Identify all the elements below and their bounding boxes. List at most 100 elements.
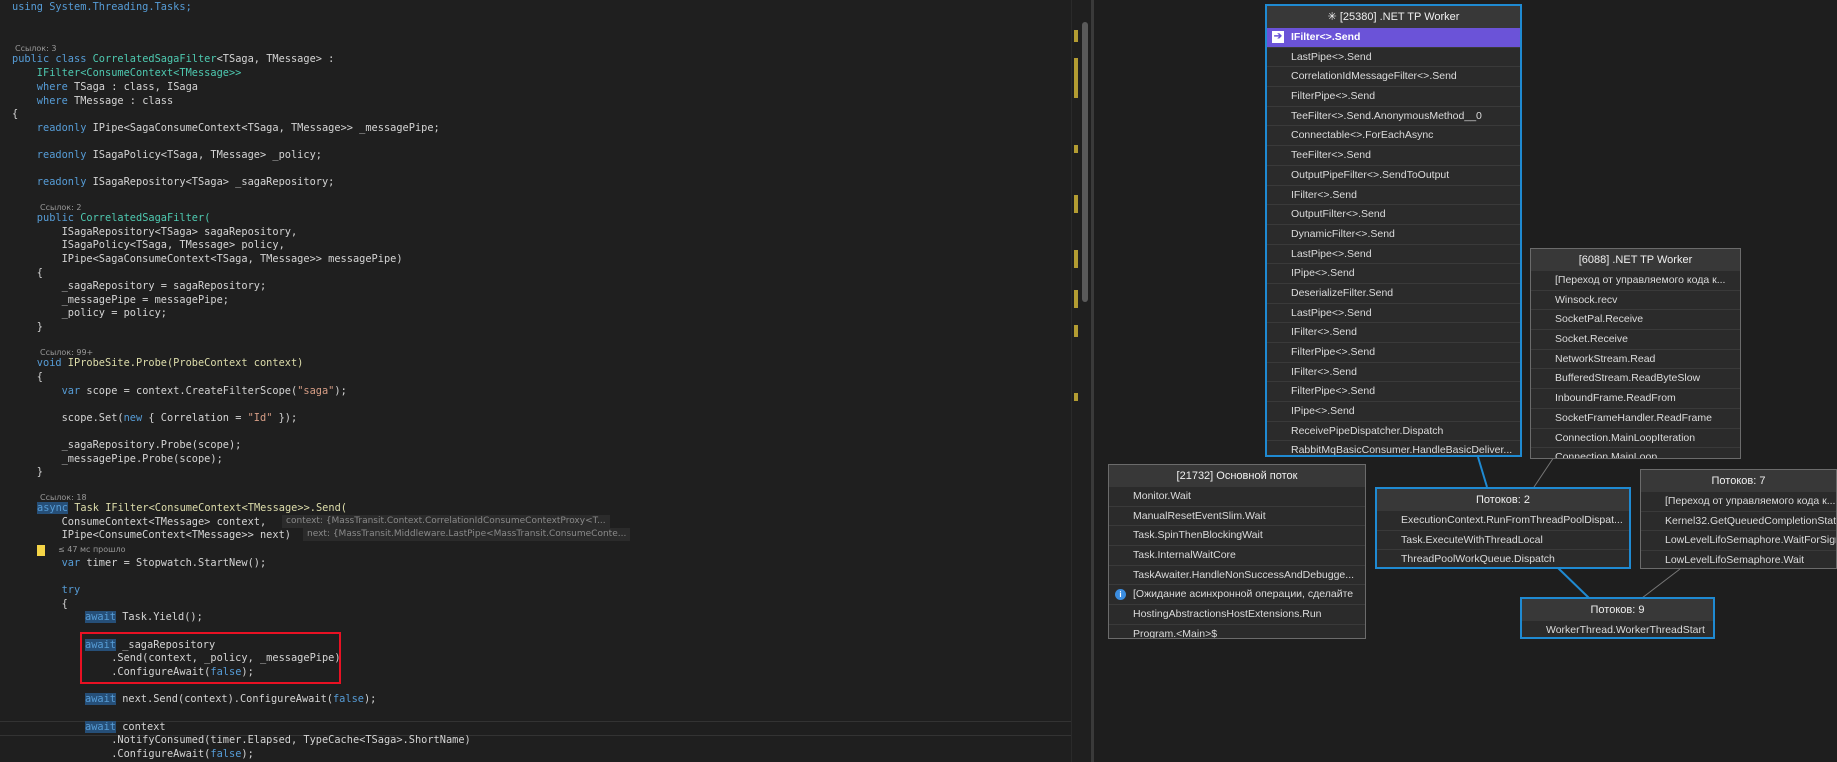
code-line: public CorrelatedSagaFilter( xyxy=(12,211,211,225)
vertical-scrollbar[interactable] xyxy=(1071,0,1092,762)
stack-frame[interactable]: LastPipe<>.Send xyxy=(1267,48,1520,68)
stack-frame[interactable]: TeeFilter<>.Send xyxy=(1267,146,1520,166)
stack-frame[interactable]: HostingAbstractionsHostExtensions.Run xyxy=(1109,605,1365,625)
parallel-stacks-graph[interactable]: ✳ [25380] .NET TP Worker ➔ IFilter<>.Send… xyxy=(1094,0,1837,762)
frame-label: NetworkStream.Read xyxy=(1555,352,1656,365)
frame-label: WorkerThread.WorkerThreadStart xyxy=(1546,624,1705,636)
stack-frame[interactable]: FilterPipe<>.Send xyxy=(1267,382,1520,403)
stack-frame[interactable]: LastPipe<>.Send xyxy=(1267,304,1520,324)
keyword: public class xyxy=(12,53,93,65)
scroll-marker xyxy=(1074,393,1078,401)
stack-frame[interactable]: RabbitMqBasicConsumer.HandleBasicDeliver… xyxy=(1267,441,1520,455)
frame-label: FilterPipe<>.Send xyxy=(1291,90,1376,103)
stack-frame[interactable]: Connection.MainLoop xyxy=(1531,448,1740,458)
stack-frame[interactable]: LastPipe<>.Send xyxy=(1267,245,1520,265)
stack-frame[interactable]: InboundFrame.ReadFrom xyxy=(1531,389,1740,409)
frame-label: Task.SpinThenBlockingWait xyxy=(1133,529,1263,542)
frame-label: InboundFrame.ReadFrom xyxy=(1555,392,1676,405)
stack-frame[interactable]: Kernel32.GetQueuedCompletionStat... xyxy=(1641,512,1836,532)
frame-label: SocketFrameHandler.ReadFrame xyxy=(1555,411,1712,424)
code-line-1: using System.Threading.Tasks; xyxy=(12,0,192,14)
code-text: IFilter<ConsumeContext<TMessage>> xyxy=(12,67,242,79)
frame-label: [Ожидание асинхронной операции, сделайте xyxy=(1133,588,1354,601)
stack-frame[interactable]: [Переход от управляемого кода к... xyxy=(1531,271,1740,291)
stack-frame[interactable]: TeeFilter<>.Send.AnonymousMethod__0 xyxy=(1267,107,1520,127)
code-line: _policy = policy; xyxy=(12,307,167,319)
stack-frame[interactable]: LowLevelLifoSemaphore.WaitForSign... xyxy=(1641,531,1836,552)
keyword: where xyxy=(12,95,74,107)
stack-node-threads-2[interactable]: Потоков: 2 ExecutionContext.RunFromThrea… xyxy=(1375,487,1631,569)
stack-frame[interactable]: Program.<Main>$ xyxy=(1109,625,1365,638)
stack-frame[interactable]: IFilter<>.Send xyxy=(1267,323,1520,343)
code-text: IProbeSite.Probe(ProbeContext context) xyxy=(67,357,304,369)
stack-frame[interactable]: [Ожидание асинхронной операции, сделайте xyxy=(1109,585,1365,606)
code-line: where TMessage : class xyxy=(12,94,173,108)
string-literal: "Id" xyxy=(247,412,273,424)
node-header: Потоков: 9 xyxy=(1522,599,1713,621)
stack-frame[interactable]: DynamicFilter<>.Send xyxy=(1267,225,1520,245)
stack-frame[interactable]: LowLevelLifoSemaphore.Wait xyxy=(1641,551,1836,568)
frame-label: Winsock.recv xyxy=(1555,293,1618,306)
stack-frame[interactable]: Task.SpinThenBlockingWait xyxy=(1109,526,1365,547)
stack-frame[interactable]: SocketFrameHandler.ReadFrame xyxy=(1531,409,1740,429)
stack-frame[interactable]: ThreadPoolWorkQueue.Dispatch xyxy=(1377,550,1629,567)
stack-frame[interactable]: SocketPal.Receive xyxy=(1531,310,1740,331)
node-header: [21732] Основной поток xyxy=(1109,465,1365,487)
node-header: [6088] .NET TP Worker xyxy=(1531,249,1740,271)
stack-frame[interactable]: ExecutionContext.RunFromThreadPoolDispat… xyxy=(1377,511,1629,531)
stack-node-6088[interactable]: [6088] .NET TP Worker [Переход от управл… xyxy=(1530,248,1741,459)
code-line: _sagaRepository.Probe(scope); xyxy=(12,439,242,451)
stack-frame[interactable]: IFilter<>.Send xyxy=(1267,186,1520,206)
keyword: readonly xyxy=(12,122,93,134)
stack-frame[interactable]: TaskAwaiter.HandleNonSuccessAndDebugge..… xyxy=(1109,566,1365,586)
frame-label: Monitor.Wait xyxy=(1133,490,1191,502)
stack-frame[interactable]: ➔ IFilter<>.Send xyxy=(1267,28,1520,48)
code-text: context xyxy=(116,721,166,733)
stack-node-threads-7[interactable]: Потоков: 7 [Переход от управляемого кода… xyxy=(1640,469,1837,569)
frame-label: TeeFilter<>.Send xyxy=(1291,149,1371,162)
node-header: Потоков: 2 xyxy=(1377,489,1629,511)
stack-frame[interactable]: OutputFilter<>.Send xyxy=(1267,205,1520,225)
frame-label: ReceivePipeDispatcher.Dispatch xyxy=(1291,424,1444,437)
breakpoint-arrow-icon[interactable] xyxy=(37,545,45,556)
stack-node-25380[interactable]: ✳ [25380] .NET TP Worker ➔ IFilter<>.Send… xyxy=(1265,4,1522,457)
stack-node-main-thread[interactable]: [21732] Основной поток Monitor.Wait Manua… xyxy=(1108,464,1366,639)
code-text: ); xyxy=(363,693,377,705)
keyword: await xyxy=(85,721,116,733)
scroll-marker xyxy=(1074,145,1078,153)
frame-label: IFilter<>.Send xyxy=(1291,326,1357,339)
stack-frame[interactable]: CorrelationIdMessageFilter<>.Send xyxy=(1267,67,1520,88)
stack-frame[interactable]: FilterPipe<>.Send xyxy=(1267,343,1520,363)
stack-frame[interactable]: Connectable<>.ForEachAsync xyxy=(1267,126,1520,147)
stack-frame[interactable]: Task.InternalWaitCore xyxy=(1109,546,1365,566)
stack-frame[interactable]: OutputPipeFilter<>.SendToOutput xyxy=(1267,166,1520,186)
code-line: readonly ISagaPolicy<TSaga, TMessage> _p… xyxy=(12,148,322,162)
code-line: } xyxy=(12,321,43,333)
stack-frame[interactable]: IPipe<>.Send xyxy=(1267,264,1520,284)
stack-frame[interactable]: Socket.Receive xyxy=(1531,330,1740,350)
stack-frame[interactable]: WorkerThread.WorkerThreadStart xyxy=(1522,621,1713,637)
stack-frame[interactable]: Task.ExecuteWithThreadLocal xyxy=(1377,531,1629,551)
code-editor[interactable]: using System.Threading.Tasks; Ссылок: 3 … xyxy=(0,0,1071,762)
stack-frame[interactable]: BufferedStream.ReadByteSlow xyxy=(1531,369,1740,390)
frame-list: [Переход от управляемого кода к... Kernel… xyxy=(1641,492,1836,568)
stack-frame[interactable]: ReceivePipeDispatcher.Dispatch xyxy=(1267,422,1520,442)
stack-frame[interactable]: Winsock.recv xyxy=(1531,291,1740,311)
stack-frame[interactable]: DeserializeFilter.Send xyxy=(1267,284,1520,304)
scrollbar-thumb[interactable] xyxy=(1082,22,1088,302)
stack-node-threads-9[interactable]: Потоков: 9 WorkerThread.WorkerThreadStar… xyxy=(1520,597,1715,639)
code-line: await context xyxy=(85,720,166,734)
edge xyxy=(1477,456,1488,488)
stack-frame[interactable]: [Переход от управляемого кода к... xyxy=(1641,492,1836,512)
stack-frame[interactable]: FilterPipe<>.Send xyxy=(1267,87,1520,107)
stack-frame[interactable]: IPipe<>.Send xyxy=(1267,402,1520,422)
stack-frame[interactable]: Monitor.Wait xyxy=(1109,487,1365,507)
stack-frame[interactable]: ManualResetEventSlim.Wait xyxy=(1109,507,1365,527)
code-line: } xyxy=(12,466,43,478)
datatip-next[interactable]: next: {MassTransit.Middleware.LastPipe<M… xyxy=(303,528,631,541)
stack-frame[interactable]: NetworkStream.Read xyxy=(1531,350,1740,370)
stack-frame[interactable]: Connection.MainLoopIteration xyxy=(1531,429,1740,449)
stack-frame[interactable]: IFilter<>.Send xyxy=(1267,363,1520,383)
datatip-context[interactable]: context: {MassTransit.Context.Correlatio… xyxy=(282,515,610,528)
perf-tip[interactable]: ≤ 47 мс прошло xyxy=(58,545,125,554)
